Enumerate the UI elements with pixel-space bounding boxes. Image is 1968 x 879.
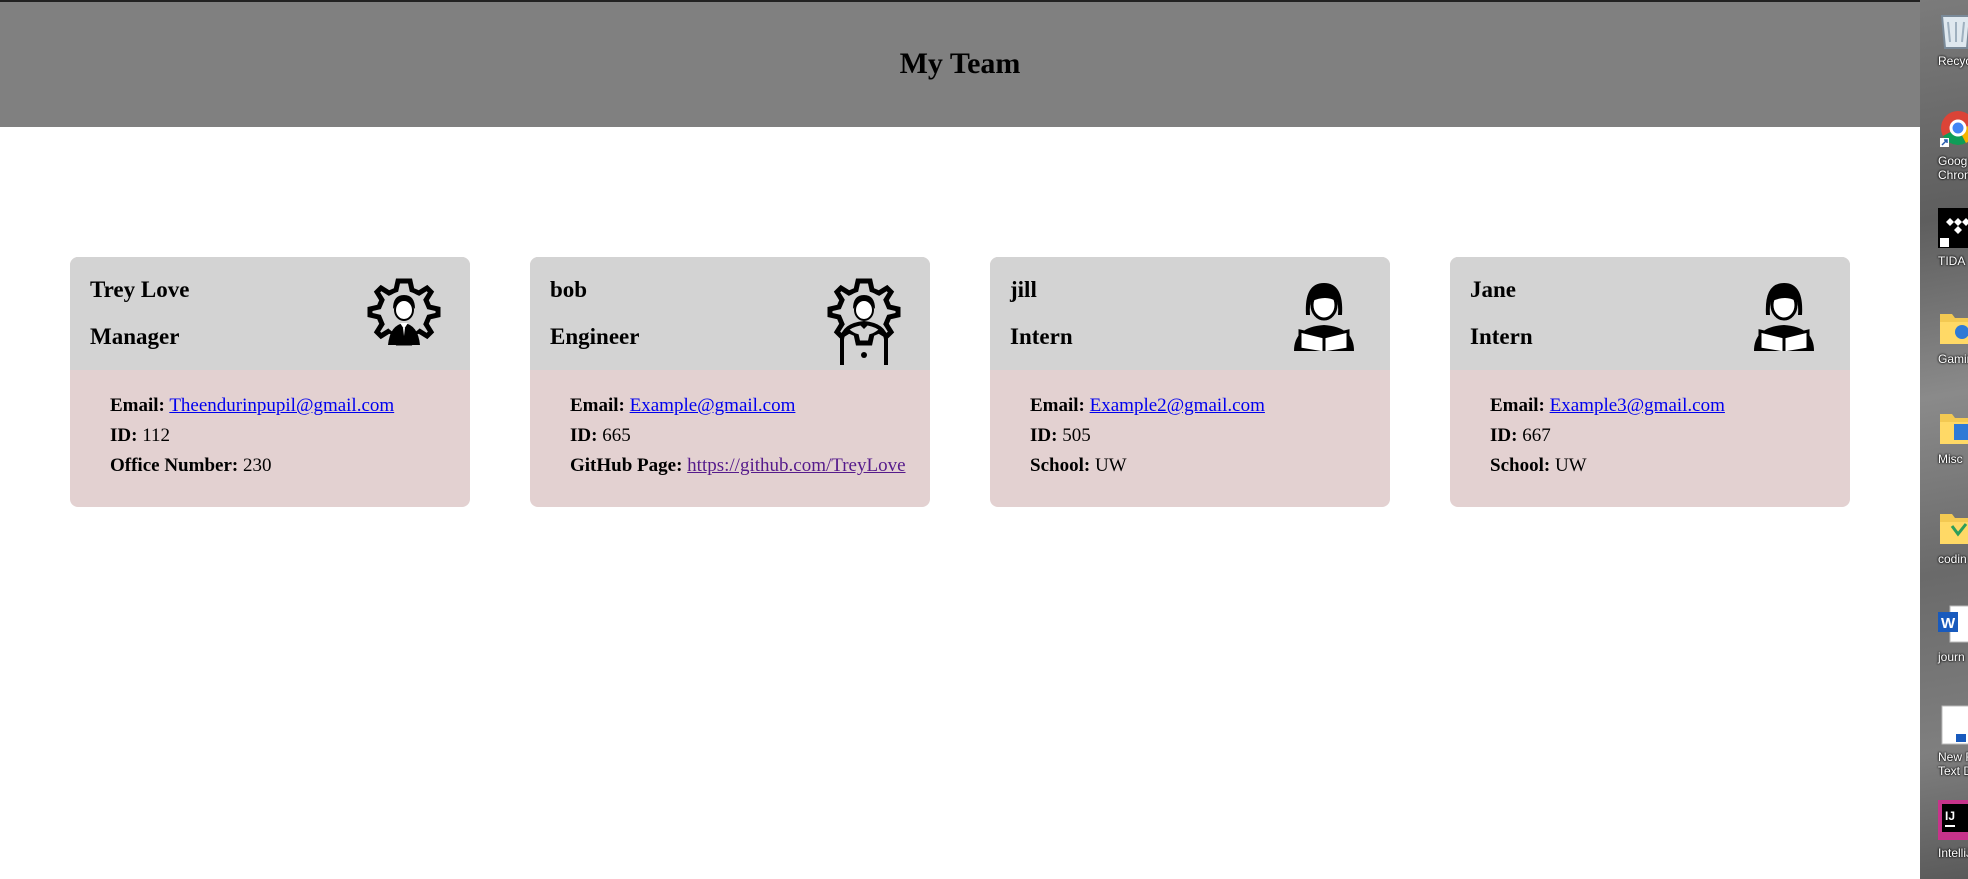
manager-gear-person-icon bbox=[367, 278, 441, 346]
intellij-icon: IJ bbox=[1938, 800, 1968, 840]
desktop-shortcut-new-text-doc[interactable]: New R Text Do bbox=[1920, 704, 1968, 794]
folder-icon bbox=[1940, 314, 1968, 344]
employee-name: Jane bbox=[1470, 277, 1516, 302]
desktop-label: journ bbox=[1938, 650, 1965, 664]
id-value: 665 bbox=[602, 425, 631, 446]
email-row: Email: Example@gmail.com bbox=[570, 391, 930, 421]
email-row: Email: Example2@gmail.com bbox=[1030, 391, 1390, 421]
card-header: Trey Love Manager bbox=[70, 257, 470, 370]
desktop-shortcut-chrome[interactable]: Goog Chron bbox=[1920, 108, 1968, 198]
id-label: ID: bbox=[110, 425, 138, 446]
email-label: Email: bbox=[570, 395, 625, 416]
card-details: Email: Example3@gmail.com ID: 667 School… bbox=[1450, 370, 1850, 481]
email-link[interactable]: Example3@gmail.com bbox=[1550, 395, 1725, 416]
employee-role: Intern bbox=[1010, 324, 1073, 349]
card-header: bob Engineer bbox=[530, 257, 930, 370]
text-doc-icon bbox=[1941, 705, 1968, 745]
email-row: Email: Example3@gmail.com bbox=[1490, 391, 1850, 421]
employee-name: bob bbox=[550, 277, 588, 302]
employee-role: Manager bbox=[90, 324, 180, 349]
email-row: Email: Theendurinpupil@gmail.com bbox=[110, 391, 470, 421]
id-row: ID: 505 bbox=[1030, 421, 1390, 451]
office-number-label: Office Number: bbox=[110, 455, 239, 476]
team-cards: Trey Love Manager Email: Theendurinpupil… bbox=[70, 257, 1850, 507]
school-row: School: UW bbox=[1030, 451, 1390, 481]
desktop-label: Misc bbox=[1938, 452, 1963, 466]
desktop-label: IntelliJ bbox=[1938, 846, 1968, 860]
desktop-folder-gaming[interactable]: Gamir bbox=[1920, 306, 1968, 396]
desktop-label: Gamir bbox=[1938, 352, 1968, 366]
card-details: Email: Theendurinpupil@gmail.com ID: 112… bbox=[70, 370, 470, 481]
school-value: UW bbox=[1554, 455, 1587, 476]
employee-name: Trey Love bbox=[90, 277, 190, 302]
office-number-value: 230 bbox=[242, 455, 272, 476]
email-link[interactable]: Theendurinpupil@gmail.com bbox=[169, 395, 394, 416]
word-doc-icon: W bbox=[1938, 605, 1968, 643]
employee-card-intern: Jane Intern Email: Example3@gmail.com ID… bbox=[1450, 257, 1850, 507]
id-value: 112 bbox=[142, 425, 170, 446]
id-value: 505 bbox=[1062, 425, 1091, 446]
github-row: GitHub Page: https://github.com/TreyLove bbox=[570, 451, 930, 481]
folder-icon bbox=[1940, 514, 1968, 544]
browser-page: My Team Trey Love Manager Email: Theendu… bbox=[0, 0, 1920, 879]
employee-name: jill bbox=[1010, 277, 1037, 302]
school-label: School: bbox=[1030, 455, 1091, 476]
desktop-label: New R Text Do bbox=[1938, 750, 1968, 778]
desktop-background: Recycle Goog Chron TIDA Gamir bbox=[1920, 0, 1968, 879]
desktop-folder-coding[interactable]: codin bbox=[1920, 506, 1968, 596]
card-header: Jane Intern bbox=[1450, 257, 1850, 370]
student-reading-icon bbox=[1294, 283, 1354, 351]
employee-role: Intern bbox=[1470, 324, 1533, 349]
page-title: My Team bbox=[899, 46, 1021, 80]
id-label: ID: bbox=[1490, 425, 1518, 446]
card-details: Email: Example@gmail.com ID: 665 GitHub … bbox=[530, 370, 930, 481]
student-reading-icon bbox=[1754, 283, 1814, 351]
recycle-bin-icon bbox=[1940, 15, 1968, 49]
school-row: School: UW bbox=[1490, 451, 1850, 481]
id-label: ID: bbox=[570, 425, 598, 446]
desktop-label: TIDA bbox=[1938, 254, 1966, 268]
github-link[interactable]: https://github.com/TreyLove bbox=[687, 455, 905, 476]
page-header: My Team bbox=[0, 2, 1920, 127]
desktop-shortcut-journal-doc[interactable]: W journ bbox=[1920, 604, 1968, 694]
desktop-folder-misc[interactable]: Misc bbox=[1920, 406, 1968, 496]
employee-card-engineer: bob Engineer Email: Example@gmail.com ID… bbox=[530, 257, 930, 507]
id-label: ID: bbox=[1030, 425, 1058, 446]
school-label: School: bbox=[1490, 455, 1551, 476]
card-header: jill Intern bbox=[990, 257, 1390, 370]
svg-text:IJ: IJ bbox=[1945, 809, 1955, 823]
email-link[interactable]: Example2@gmail.com bbox=[1090, 395, 1265, 416]
tidal-icon bbox=[1938, 208, 1968, 248]
id-row: ID: 112 bbox=[110, 421, 470, 451]
employee-card-intern: jill Intern Email: Example2@gmail.com ID… bbox=[990, 257, 1390, 507]
school-value: UW bbox=[1094, 455, 1127, 476]
id-row: ID: 665 bbox=[570, 421, 930, 451]
email-label: Email: bbox=[1030, 395, 1085, 416]
desktop-label: Goog Chron bbox=[1938, 154, 1968, 182]
chrome-icon bbox=[1940, 111, 1968, 147]
id-row: ID: 667 bbox=[1490, 421, 1850, 451]
folder-icon bbox=[1940, 414, 1968, 444]
desktop-shortcut-tidal[interactable]: TIDA bbox=[1920, 208, 1968, 298]
desktop-label: Recycle bbox=[1938, 54, 1968, 68]
desktop-shortcut-recycle-bin[interactable]: Recycle bbox=[1920, 8, 1968, 98]
id-value: 667 bbox=[1522, 425, 1551, 446]
desktop-label: codin bbox=[1938, 552, 1967, 566]
email-label: Email: bbox=[110, 395, 165, 416]
office-number-row: Office Number: 230 bbox=[110, 451, 470, 481]
github-label: GitHub Page: bbox=[570, 455, 683, 476]
employee-role: Engineer bbox=[550, 324, 640, 349]
card-details: Email: Example2@gmail.com ID: 505 School… bbox=[990, 370, 1390, 481]
svg-text:W: W bbox=[1941, 615, 1956, 632]
engineer-gear-person-icon bbox=[827, 278, 901, 365]
employee-card-manager: Trey Love Manager Email: Theendurinpupil… bbox=[70, 257, 470, 507]
email-link[interactable]: Example@gmail.com bbox=[630, 395, 796, 416]
desktop-shortcut-intellij[interactable]: IJ IntelliJ bbox=[1920, 800, 1968, 879]
email-label: Email: bbox=[1490, 395, 1545, 416]
